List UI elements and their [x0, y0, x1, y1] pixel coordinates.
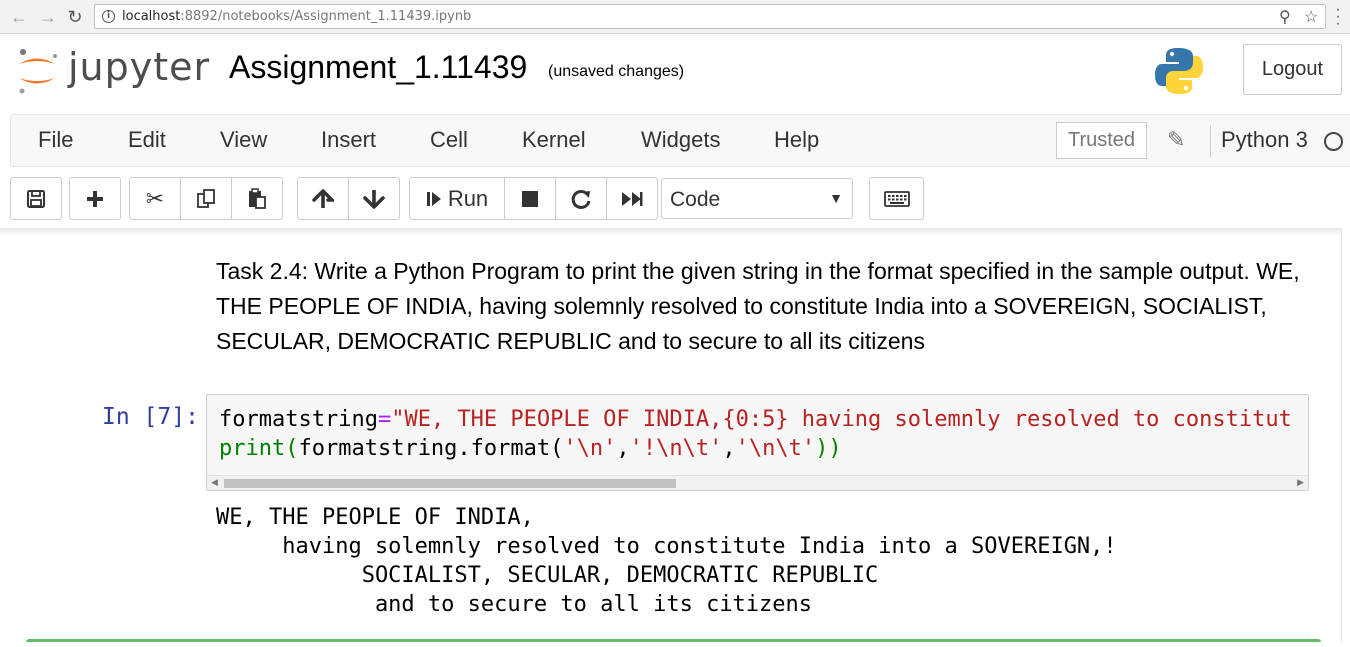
code-line-1[interactable]: formatstring="WE, THE PEOPLE OF INDIA,{0… [219, 407, 1292, 432]
url-path: :8892/notebooks/Assignment_1.11439.ipynb [180, 9, 472, 24]
menu-widgets[interactable]: Widgets [641, 127, 720, 153]
menu-edit[interactable]: Edit [128, 127, 166, 153]
trusted-indicator[interactable]: Trusted [1056, 122, 1147, 159]
menu-cell[interactable]: Cell [430, 127, 468, 153]
code-operator: = [377, 407, 392, 432]
browser-toolbar: ← → ↻ i localhost:8892/notebooks/Assignm… [0, 0, 1350, 34]
restart-kernel-button[interactable] [555, 177, 607, 220]
run-button[interactable]: Run [409, 177, 505, 220]
code-horizontal-scrollbar[interactable]: ◀ ▶ [207, 475, 1308, 490]
paste-icon [249, 187, 266, 209]
jupyter-logo-icon[interactable] [15, 47, 59, 95]
address-bar[interactable]: i localhost:8892/notebooks/Assignment_1.… [94, 4, 1326, 29]
url-text[interactable]: localhost:8892/notebooks/Assignment_1.11… [122, 9, 471, 24]
header-shadow [0, 228, 1350, 236]
step-forward-icon [426, 191, 441, 206]
cell-type-value: Code [670, 188, 721, 211]
insert-cell-below-button[interactable] [69, 177, 121, 220]
scroll-left-icon[interactable]: ◀ [211, 477, 218, 488]
code-arg-1: '\n' [563, 436, 617, 461]
kernel-separator [1210, 125, 1211, 157]
logout-button[interactable]: Logout [1243, 44, 1342, 95]
scissors-icon: ✂ [145, 185, 165, 211]
plus-icon [87, 190, 103, 207]
interrupt-kernel-button[interactable] [504, 177, 556, 220]
arrow-up-icon [312, 188, 334, 208]
edit-mode-pencil-icon: ✎ [1167, 127, 1186, 152]
cell-type-select[interactable]: Code ▼ [661, 178, 853, 219]
kernel-name[interactable]: Python 3 [1221, 127, 1308, 153]
move-cell-down-button[interactable] [348, 177, 400, 220]
copy-button[interactable] [180, 177, 232, 220]
code-string: "WE, THE PEOPLE OF INDIA,{0:5} having so… [391, 407, 1292, 432]
output-line: and to secure to all its citizens [216, 592, 813, 617]
save-button[interactable] [10, 177, 62, 220]
kernel-idle-indicator-icon [1324, 132, 1343, 151]
output-line: having solemnly resolved to constitute I… [216, 534, 1117, 559]
info-icon[interactable]: i [102, 10, 115, 23]
stop-icon [522, 190, 538, 207]
menu-insert[interactable]: Insert [321, 127, 376, 153]
menu-file[interactable]: File [38, 127, 73, 153]
cell-output: WE, THE PEOPLE OF INDIA, having solemnly… [216, 503, 1117, 619]
page-scrollbar[interactable] [1341, 228, 1350, 643]
scrollbar-thumb[interactable] [224, 479, 676, 488]
forward-icon[interactable]: → [37, 6, 59, 28]
save-icon [27, 189, 45, 208]
url-host: localhost [122, 9, 181, 24]
code-arg-2: '!\n\t' [629, 436, 723, 461]
keyboard-icon [883, 190, 910, 207]
notebook-toolbar: ✂ Run Code ▼ [0, 175, 1350, 225]
arrow-down-icon [363, 189, 385, 209]
code-paren-close: )) [815, 436, 842, 461]
code-paren-open: ( [285, 436, 299, 461]
scroll-right-icon[interactable]: ▶ [1297, 477, 1304, 488]
run-label: Run [447, 185, 489, 211]
code-line-2[interactable]: print(formatstring.format('\n','!\n\t','… [219, 436, 842, 461]
jupyter-wordmark[interactable]: jupyter [68, 45, 210, 89]
code-var: formatstring [219, 407, 378, 432]
restart-run-all-button[interactable] [606, 177, 658, 220]
notebook-title[interactable]: Assignment_1.11439 [229, 49, 527, 86]
notebook-header: jupyter Assignment_1.11439 (unsaved chan… [0, 35, 1350, 107]
restart-icon [571, 189, 591, 209]
input-prompt: In [7]: [102, 404, 199, 430]
code-comma-2: , [722, 436, 736, 461]
menu-kernel[interactable]: Kernel [522, 127, 586, 153]
paste-button[interactable] [231, 177, 283, 220]
code-comma-1: , [616, 436, 630, 461]
back-icon[interactable]: ← [8, 6, 30, 28]
menubar: File Edit View Insert Cell Kernel Widget… [10, 114, 1350, 167]
zoom-icon[interactable]: ⚲ [1279, 7, 1291, 27]
reload-icon[interactable]: ↻ [64, 6, 86, 28]
code-builtin: print [219, 436, 286, 461]
code-call: formatstring.format( [298, 436, 564, 461]
python-logo-icon [1155, 48, 1203, 94]
output-line: SOCIALIST, SECULAR, DEMOCRATIC REPUBLIC [216, 563, 879, 588]
menu-view[interactable]: View [220, 127, 267, 153]
bookmark-star-icon[interactable]: ☆ [1304, 7, 1318, 27]
command-palette-button[interactable] [869, 177, 924, 220]
code-cell-editor[interactable]: formatstring="WE, THE PEOPLE OF INDIA,{0… [206, 394, 1309, 491]
cut-button[interactable]: ✂ [129, 177, 181, 220]
browser-menu-icon[interactable]: · · · [1333, 2, 1343, 32]
copy-icon [197, 188, 215, 208]
next-cell-selected-border[interactable] [26, 639, 1321, 647]
output-line: WE, THE PEOPLE OF INDIA, [216, 505, 534, 530]
fast-forward-icon [622, 191, 643, 206]
code-arg-3: '\n\t' [735, 436, 816, 461]
menu-help[interactable]: Help [774, 127, 819, 153]
chevron-down-icon: ▼ [829, 190, 843, 206]
save-status: (unsaved changes) [548, 63, 685, 80]
markdown-cell[interactable]: Task 2.4: Write a Python Program to prin… [216, 254, 1306, 359]
move-cell-up-button[interactable] [297, 177, 349, 220]
